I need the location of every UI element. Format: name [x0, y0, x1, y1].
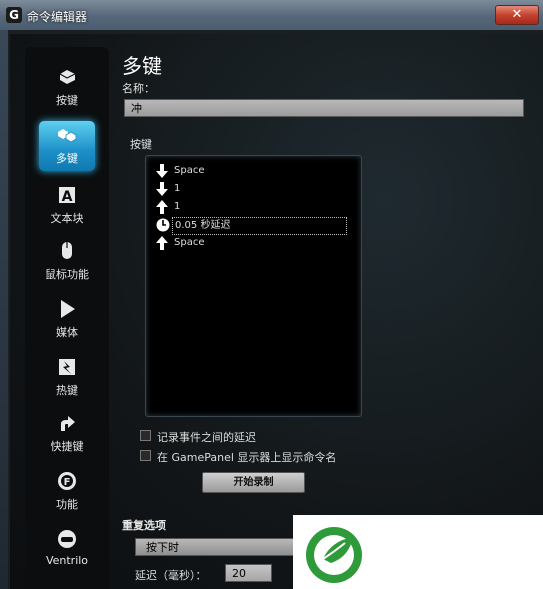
key-event-text: Space [174, 165, 205, 176]
name-input[interactable]: 冲 [124, 99, 524, 117]
arrow-up-icon [156, 200, 168, 214]
text-block-icon: A [59, 187, 75, 205]
sidebar-item-label: 功能 [56, 498, 78, 511]
arrow-down-icon [156, 164, 168, 178]
arrow-up-icon [156, 236, 168, 250]
key-sequence-list[interactable]: Space 1 1 0.05 秒延迟 Space [145, 155, 362, 417]
sidebar-item-media[interactable]: 媒体 [25, 297, 109, 347]
delay-input[interactable]: 20 [225, 564, 272, 582]
play-icon [61, 300, 75, 318]
key-event-text: 1 [174, 201, 181, 212]
sidebar-item-label: Ventrilo [45, 554, 89, 567]
key-event-text: 1 [174, 183, 181, 194]
command-editor-window: G 命令编辑器 ✕ 按键 多键 A 文本块 鼠标功能 媒体 热键 快捷键 F 功… [0, 0, 543, 589]
text-block-glyph: A [62, 189, 73, 205]
mouse-icon [62, 242, 72, 259]
sidebar-item-label: 媒体 [56, 326, 78, 339]
sidebar-item-function[interactable]: F 功能 [25, 469, 109, 519]
watermark [293, 515, 543, 589]
clock-icon [156, 218, 170, 232]
record-delays-checkbox[interactable] [140, 430, 151, 441]
record-delays-label: 记录事件之间的延迟 [157, 431, 256, 444]
function-gear-icon: F [58, 472, 76, 490]
gamepanel-checkbox[interactable] [140, 450, 151, 461]
window-title: 命令编辑器 [27, 10, 88, 24]
hotkey-icon [59, 359, 75, 375]
page-title: 多键 [122, 54, 162, 78]
sidebar-item-multikey[interactable]: 多键 [25, 121, 109, 173]
function-glyph: F [64, 477, 71, 488]
sidebar-item-key[interactable]: 按键 [25, 65, 109, 115]
sidebar-item-label: 按键 [56, 94, 78, 107]
arrow-down-icon [156, 182, 168, 196]
name-label: 名称： [122, 82, 155, 95]
sidebar-item-label: 快捷键 [50, 440, 84, 453]
sidebar-item-mouse[interactable]: 鼠标功能 [25, 239, 109, 289]
sidebar-item-ventrilo[interactable]: Ventrilo [25, 527, 109, 577]
leaf-logo-icon [306, 527, 362, 583]
repeat-select[interactable]: 按下时 [135, 538, 300, 556]
sidebar-item-hotkey[interactable]: 热键 [25, 355, 109, 405]
sidebar-item-text-block[interactable]: A 文本块 [25, 183, 109, 233]
keys-label: 按键 [130, 138, 152, 151]
keycap-icon [59, 70, 76, 84]
title-bar[interactable]: G 命令编辑器 ✕ [0, 0, 543, 30]
repeat-options-label: 重复选项 [122, 519, 166, 532]
logitech-g-icon: G [6, 7, 22, 23]
sidebar-item-label: 热键 [56, 384, 78, 397]
key-event-text: 0.05 秒延迟 [172, 217, 347, 235]
sidebar-item-label: 鼠标功能 [45, 268, 89, 281]
key-event-text: Space [174, 237, 205, 248]
sidebar: 按键 多键 A 文本块 鼠标功能 媒体 热键 快捷键 F 功能 Ventrilo [25, 47, 109, 589]
gamepanel-label: 在 GamePanel 显示器上显示命令名 [157, 451, 337, 464]
sidebar-item-label: 多键 [56, 152, 78, 165]
shortcut-arrow-icon [61, 416, 75, 431]
headset-icon [58, 530, 76, 548]
sidebar-item-label: 文本块 [50, 212, 84, 225]
sidebar-item-shortcut[interactable]: 快捷键 [25, 411, 109, 461]
delay-label: 延迟（毫秒）： [135, 569, 207, 582]
multikey-icon [58, 129, 77, 143]
close-button[interactable]: ✕ [495, 5, 539, 25]
start-recording-button[interactable]: 开始录制 [202, 472, 305, 493]
